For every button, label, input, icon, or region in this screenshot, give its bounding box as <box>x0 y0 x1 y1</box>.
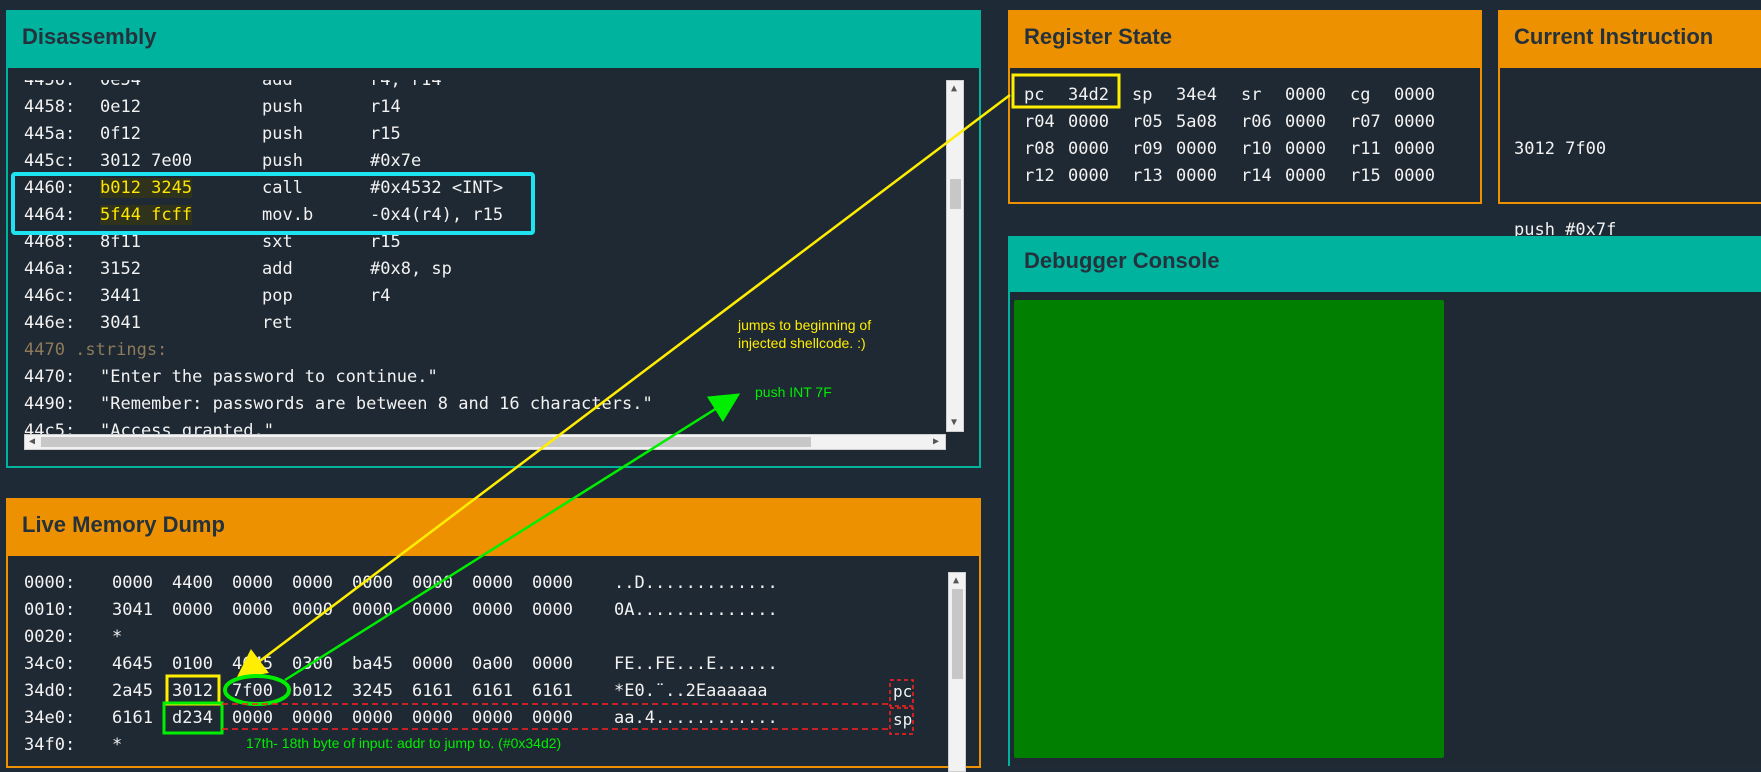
call-lines-highlight <box>11 172 535 235</box>
return-address-highlight <box>162 701 224 735</box>
push-note-arrow <box>284 393 741 682</box>
pc-register-highlight <box>1011 73 1121 109</box>
pc-jump-arrow <box>236 94 1011 680</box>
push-annotation: push INT 7F <box>755 384 832 400</box>
sp-tag: sp <box>893 710 913 729</box>
shellcode-start-highlight <box>165 674 221 706</box>
push-7f-ellipse <box>223 674 291 706</box>
annotation-overlay <box>11 73 1121 735</box>
pc-tag: pc <box>893 682 913 701</box>
input-byte-annotation: 17th- 18th byte of input: addr to jump t… <box>246 735 562 751</box>
jump-annotation: jumps to beginning of injected shellcode… <box>738 317 872 351</box>
